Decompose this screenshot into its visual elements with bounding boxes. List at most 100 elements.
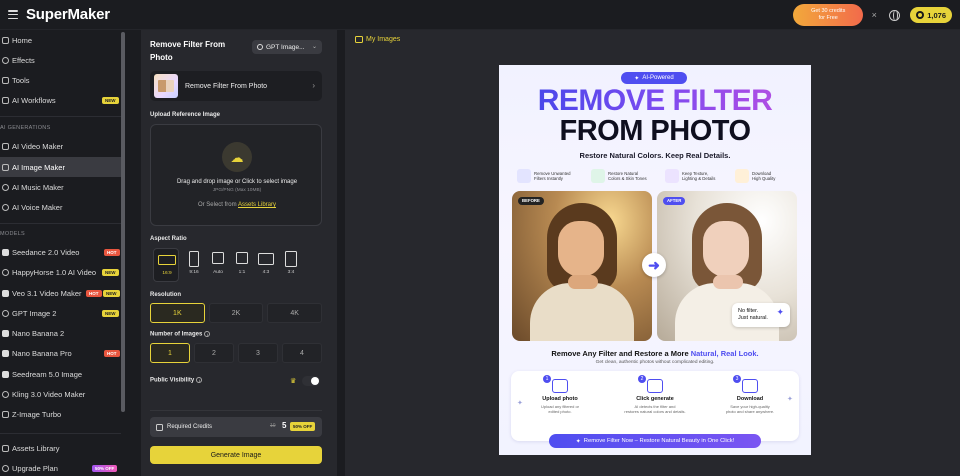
- effects-icon: [2, 56, 9, 64]
- resolution-label: Resolution: [150, 292, 181, 298]
- before-photo: BEFORE: [512, 191, 652, 341]
- ratio-shape-icon: [189, 251, 199, 267]
- image-icon: [552, 379, 568, 393]
- aspect-label: 16:9: [162, 271, 172, 276]
- menu-icon[interactable]: [8, 10, 18, 19]
- feature-line1: Restore Natural: [608, 170, 639, 176]
- aspect-9-16[interactable]: 9:16: [181, 248, 207, 282]
- toggle-knob: [311, 377, 319, 385]
- sidebar-item-assets-library[interactable]: Assets Library: [0, 438, 121, 458]
- body-shape: [530, 283, 634, 341]
- public-visibility-text: Public Visibility: [150, 377, 195, 384]
- sidebar-item-seedance[interactable]: Seedance 2.0 Video HOT: [0, 242, 121, 262]
- aspect-ratio-options: 16:9 9:16 Auto 1:1 4:3 3:4: [150, 248, 310, 282]
- sidebar-item-ai-workflows[interactable]: AI Workflows NEW: [0, 90, 121, 110]
- aspect-4-3[interactable]: 4:3: [253, 248, 279, 282]
- model-icon: [2, 370, 9, 378]
- assets-library-link[interactable]: Assets Library: [238, 202, 276, 208]
- sidebar-item-seedream[interactable]: Seedream 5.0 Image: [0, 364, 121, 384]
- model-icon: [2, 268, 9, 276]
- sidebar-item-nano-banana-2[interactable]: Nano Banana 2: [0, 323, 121, 343]
- callout-line2: Just natural.: [738, 315, 768, 321]
- resolution-2k[interactable]: 2K: [208, 303, 264, 323]
- aspect-label: Auto: [213, 270, 223, 275]
- upload-dropzone[interactable]: ☁ Drag and drop image or Click to select…: [150, 124, 322, 226]
- num-images-3[interactable]: 3: [238, 343, 278, 363]
- sidebar-item-nano-banana-pro[interactable]: Nano Banana Pro HOT: [0, 343, 121, 363]
- sidebar-item-upgrade-plan[interactable]: Upgrade Plan 50% OFF: [0, 458, 121, 476]
- sidebar-item-label: AI Music Maker: [12, 182, 64, 192]
- promo-line1: Get 30 credits: [811, 8, 846, 14]
- ratio-shape-icon: [258, 253, 274, 265]
- public-visibility-toggle[interactable]: [302, 376, 320, 386]
- resolution-4k[interactable]: 4K: [267, 303, 323, 323]
- sidebar-item-ai-image-maker[interactable]: AI Image Maker: [0, 157, 121, 177]
- magic-wand-icon: [647, 379, 663, 393]
- feature-line1: Remove Unwanted: [534, 170, 571, 176]
- num-images-4[interactable]: 4: [282, 343, 322, 363]
- sidebar-item-ai-video-maker[interactable]: AI Video Maker: [0, 136, 121, 156]
- voice-icon: [2, 203, 9, 211]
- sidebar-item-kling[interactable]: Kling 3.0 Video Maker: [0, 384, 121, 404]
- sidebar-item-ai-music-maker[interactable]: AI Music Maker: [0, 177, 121, 197]
- upload-label: Upload Reference Image: [150, 112, 221, 118]
- resolution-1k[interactable]: 1K: [150, 303, 205, 323]
- ratio-shape-icon: [285, 251, 297, 267]
- aspect-1-1[interactable]: 1:1: [229, 248, 255, 282]
- sidebar-item-ai-voice-maker[interactable]: AI Voice Maker: [0, 197, 121, 217]
- num-images-2[interactable]: 2: [194, 343, 234, 363]
- upload-alt: Or Select from Assets Library: [151, 202, 323, 208]
- model-icon: [2, 390, 9, 398]
- required-credits: Required Credits 10 5 50% OFF: [150, 417, 322, 437]
- tool-card[interactable]: Remove Filter From Photo ›: [150, 71, 322, 101]
- cta-text: Remove Filter Now – Restore Natural Beau…: [583, 438, 735, 444]
- generated-image-preview[interactable]: ✦ AI-Powered REMOVE FILTER FROM PHOTO Re…: [499, 65, 811, 455]
- coin-icon: [916, 11, 925, 19]
- info-icon[interactable]: i: [196, 377, 203, 383]
- aspect-3-4[interactable]: 3:4: [278, 248, 304, 282]
- poster-title-line1: REMOVE FILTER: [499, 85, 811, 117]
- sidebar-item-gpt-image-2[interactable]: GPT Image 2 NEW: [0, 303, 121, 323]
- aspect-auto[interactable]: Auto: [205, 248, 231, 282]
- aspect-16-9[interactable]: 16:9: [153, 248, 179, 282]
- sidebar-item-label: Tools: [12, 75, 30, 85]
- model-icon: [2, 248, 9, 256]
- feature-line1: Keep Texture,: [682, 170, 709, 176]
- generate-image-button[interactable]: Generate Image: [150, 446, 322, 464]
- sidebar-item-home[interactable]: Home: [0, 30, 121, 50]
- sidebar-divider: [0, 433, 121, 434]
- images-icon: [355, 36, 363, 43]
- logo[interactable]: SuperMaker: [26, 6, 110, 23]
- required-credits-label: Required Credits: [167, 424, 213, 430]
- chevron-right-icon: ›: [312, 81, 315, 90]
- step-title: Download: [736, 396, 764, 402]
- poster-subtext: Get clean, authentic photos without comp…: [595, 360, 715, 365]
- model-select[interactable]: GPT Image... ⌄: [252, 40, 322, 54]
- sidebar-scrollbar[interactable]: [121, 32, 125, 412]
- feature-line2: Colors & Skin Tones: [608, 176, 647, 181]
- info-icon[interactable]: i: [204, 331, 211, 337]
- close-icon[interactable]: ×: [869, 10, 879, 20]
- app-root: SuperMaker Get 30 credits for Free × 1,07…: [0, 0, 960, 476]
- texture-icon: [665, 169, 679, 183]
- sidebar-item-label: Assets Library: [12, 443, 60, 453]
- credits-balance[interactable]: 1,076: [910, 7, 952, 23]
- number-of-images-label: Number of Images i: [150, 331, 211, 338]
- sidebar-item-z-image-turbo[interactable]: Z-Image Turbo: [0, 404, 121, 424]
- my-images-tab[interactable]: My Images: [355, 36, 400, 43]
- sidebar-item-happyhorse[interactable]: HappyHorse 1.0 AI Video NEW: [0, 262, 121, 282]
- free-credits-promo[interactable]: Get 30 credits for Free: [793, 4, 864, 26]
- resolution-options: 1K 2K 4K: [150, 303, 323, 323]
- step-desc-line2: restores natural colors and details.: [624, 409, 686, 414]
- sidebar-item-tools[interactable]: Tools: [0, 70, 121, 90]
- num-images-1[interactable]: 1: [150, 343, 190, 363]
- discount-badge: 50% OFF: [92, 465, 118, 472]
- hot-badge: HOT: [104, 350, 120, 357]
- globe-icon[interactable]: [889, 9, 901, 21]
- callout-line1: No filter.: [738, 308, 759, 314]
- poster-tagline: Restore Natural Colors. Keep Real Detail…: [579, 151, 731, 160]
- sidebar-item-effects[interactable]: Effects: [0, 50, 121, 70]
- sidebar-item-veo[interactable]: Veo 3.1 Video Maker HOT NEW: [0, 283, 121, 303]
- feature-item: Restore Natural Colors & Skin Tones: [591, 167, 661, 185]
- feature-item: Download High Quality: [735, 167, 805, 185]
